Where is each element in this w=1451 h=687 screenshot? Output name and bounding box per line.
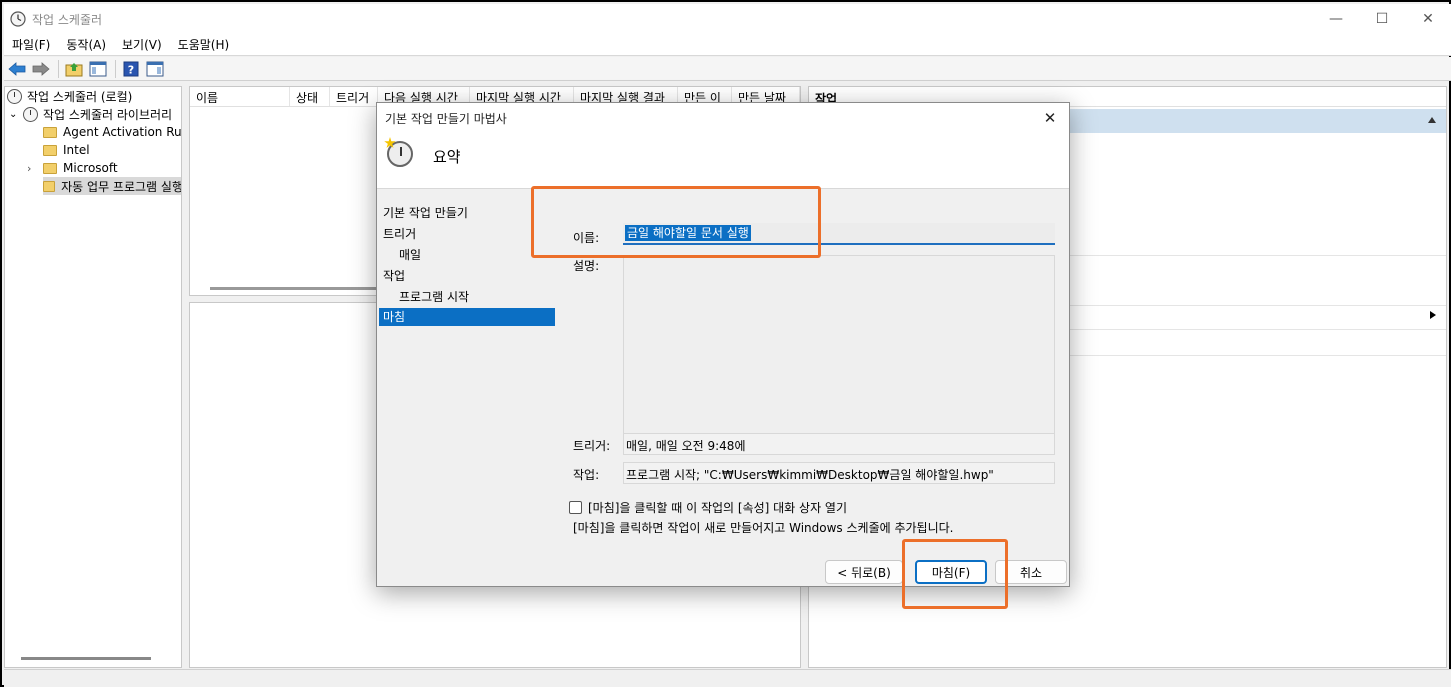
forward-arrow-icon[interactable]: [30, 59, 52, 79]
chevron-down-icon[interactable]: ⌄: [9, 109, 21, 120]
chevron-right-icon[interactable]: ›: [27, 162, 39, 175]
tree-item-label: 자동 업무 프로그램 실행: [61, 179, 182, 194]
tree-item-label: Microsoft: [63, 161, 118, 175]
description-label: 설명:: [573, 259, 600, 273]
toolbar-separator: [58, 59, 59, 78]
show-hide-actions-icon[interactable]: [144, 59, 166, 79]
dialog-close-button[interactable]: ✕: [1039, 107, 1061, 129]
step-daily: 매일: [399, 248, 422, 262]
show-hide-tree-icon[interactable]: [87, 59, 109, 79]
submenu-arrow-icon[interactable]: [1430, 311, 1436, 319]
column-header-name[interactable]: 이름: [190, 87, 290, 106]
svg-text:?: ?: [128, 63, 134, 76]
menu-bar: 파일(F) 동작(A) 보기(V) 도움말(H): [4, 34, 1451, 56]
task-scheduler-icon: [10, 11, 26, 27]
minimize-button[interactable]: —: [1313, 4, 1359, 34]
back-button[interactable]: < 뒤로(B): [825, 560, 903, 584]
step-trigger: 트리거: [383, 227, 417, 241]
back-arrow-icon[interactable]: [6, 59, 28, 79]
tree-item-microsoft[interactable]: › Microsoft: [27, 159, 118, 177]
dialog-titlebar: 기본 작업 만들기 마법사 ✕: [377, 103, 1069, 133]
step-create-basic-task: 기본 작업 만들기: [383, 206, 468, 220]
step-action: 작업: [383, 269, 406, 283]
window-title: 작업 스케줄러: [32, 12, 103, 27]
dialog-title: 기본 작업 만들기 마법사: [385, 111, 507, 126]
maximize-button[interactable]: ☐: [1359, 4, 1405, 34]
menu-view[interactable]: 보기(V): [114, 36, 170, 53]
tree-item-label: 작업 스케줄러 라이브러리: [43, 107, 173, 122]
close-button[interactable]: ✕: [1405, 4, 1451, 34]
wizard-steps: 기본 작업 만들기 트리거 매일 작업 프로그램 시작 마침: [379, 203, 555, 326]
open-properties-label: [마침]을 클릭할 때 이 작업의 [속성] 대화 상자 열기: [588, 501, 848, 515]
tree-horizontal-scrollbar[interactable]: [21, 657, 151, 660]
folder-up-icon[interactable]: [63, 59, 85, 79]
column-header-status[interactable]: 상태: [290, 87, 330, 106]
folder-icon: [43, 144, 57, 156]
menu-file[interactable]: 파일(F): [4, 36, 58, 53]
trigger-value-field: 매일, 매일 오전 9:48에: [623, 433, 1055, 455]
toolbar-separator: [115, 59, 116, 78]
tree-item-auto-program[interactable]: 자동 업무 프로그램 실행: [43, 177, 182, 195]
folder-icon: [43, 126, 57, 138]
tree-item-root[interactable]: 작업 스케줄러 (로컬): [7, 87, 132, 105]
dialog-page-title: 요약: [433, 148, 461, 166]
open-properties-option[interactable]: [마침]을 클릭할 때 이 작업의 [속성] 대화 상자 열기: [569, 499, 847, 516]
navigation-tree: 작업 스케줄러 (로컬) ⌄ 작업 스케줄러 라이브러리 Agent Activ…: [4, 86, 182, 668]
clock-icon: [7, 88, 22, 104]
step-start-program: 프로그램 시작: [399, 290, 470, 304]
name-highlight-box: [531, 186, 821, 258]
basic-task-wizard-dialog: 기본 작업 만들기 마법사 ✕ 요약 기본 작업 만들기 트리거 매일 작업 프…: [376, 102, 1070, 587]
window-controls: — ☐ ✕: [1313, 4, 1451, 34]
folder-icon: [43, 180, 56, 192]
finish-highlight-box: [902, 539, 1008, 609]
status-bar: [4, 669, 1451, 687]
help-icon[interactable]: ?: [120, 59, 142, 79]
step-finish: 마침: [379, 308, 555, 326]
tree-item-label: Intel: [63, 143, 90, 157]
column-header-trigger[interactable]: 트리거: [330, 87, 378, 106]
window-titlebar: 작업 스케줄러 — ☐ ✕: [4, 4, 1451, 34]
tree-item-label: Agent Activation Runtime: [63, 125, 182, 139]
tree-item-agent-activation[interactable]: Agent Activation Runtime: [43, 123, 182, 141]
folder-icon: [43, 162, 57, 174]
menu-action[interactable]: 동작(A): [58, 36, 114, 53]
collapse-up-icon[interactable]: [1428, 117, 1436, 123]
open-properties-checkbox[interactable]: [569, 501, 582, 514]
toolbar: ?: [4, 57, 1451, 81]
description-field[interactable]: [623, 255, 1055, 455]
trigger-label: 트리거:: [573, 439, 611, 453]
task-wizard-clock-icon: [387, 141, 413, 167]
menu-help[interactable]: 도움말(H): [170, 36, 238, 53]
action-value-field: 프로그램 시작; "C:₩Users₩kimmi₩Desktop₩금일 해야할일…: [623, 462, 1055, 484]
action-label: 작업:: [573, 468, 600, 482]
tree-item-label: 작업 스케줄러 (로컬): [27, 89, 133, 104]
clock-folder-icon: [23, 106, 38, 122]
tree-item-intel[interactable]: Intel: [43, 141, 90, 159]
dialog-header: 요약: [377, 133, 1069, 189]
tree-item-library[interactable]: ⌄ 작업 스케줄러 라이브러리: [9, 105, 172, 123]
finish-note: [마침]을 클릭하면 작업이 새로 만들어지고 Windows 스케줄에 추가됩…: [573, 521, 954, 535]
